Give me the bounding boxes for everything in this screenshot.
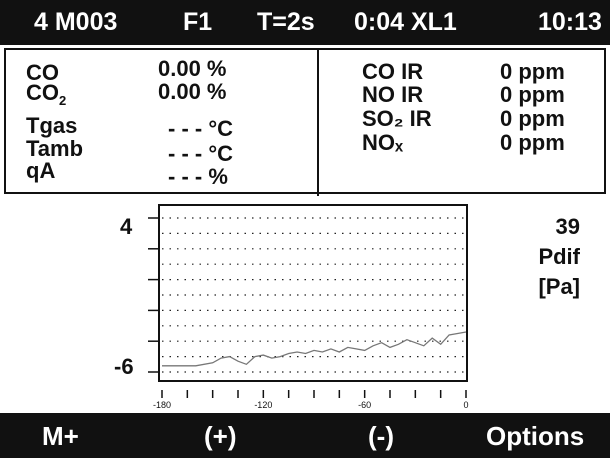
reading-nox-value: 0 ppm <box>500 130 565 155</box>
x-tick-label: -180 <box>153 400 171 410</box>
readings-divider <box>317 50 319 196</box>
reading-tamb-label: Tamb <box>26 136 84 161</box>
reading-tgas-value: - - - °C <box>168 116 234 141</box>
reading-tgas-label: Tgas <box>26 113 78 138</box>
x-tick-label: -120 <box>254 400 272 410</box>
graph-parameter-name: Pdif <box>538 244 580 269</box>
options-button[interactable]: Options <box>486 421 584 452</box>
memory-indicator: 4 M003 <box>34 8 118 36</box>
readings-panel: CO 0.00 % CO2 0.00 % Tgas - - - °C Tamb … <box>4 48 606 196</box>
plus-button[interactable]: (+) <box>204 421 237 452</box>
x-tick-label: 0 <box>463 400 468 410</box>
trend-graph-section: 4 -6 -180 -120 -60 0 39 Pdif [Pa] <box>0 196 610 410</box>
reading-no-ir-label: NO IR <box>362 82 424 107</box>
x-tick-label: -60 <box>358 400 371 410</box>
softkey-bar: M+ (+) (-) Options <box>0 413 610 458</box>
reading-co-ir-label: CO IR <box>362 59 424 84</box>
graph-current-value: 39 <box>555 214 580 239</box>
m-plus-button[interactable]: M+ <box>42 421 79 452</box>
status-bar: 4 M003 F1 T=2s 0:04 XL1 10:13 <box>0 0 610 45</box>
minus-button[interactable]: (-) <box>368 421 394 452</box>
reading-so2-ir-value: 0 ppm <box>500 106 565 131</box>
reading-qa-label: qA <box>26 158 56 183</box>
reading-qa-value: - - - % <box>168 164 228 189</box>
plot-frame <box>158 204 468 382</box>
graph-unit: [Pa] <box>538 274 580 299</box>
interval-indicator: T=2s <box>257 8 315 36</box>
reading-no-ir-value: 0 ppm <box>500 82 565 107</box>
reading-co-ir-value: 0 ppm <box>500 59 565 84</box>
reading-co2-label: CO2 <box>26 80 67 108</box>
reading-nox-label: NOₓ <box>362 130 404 155</box>
fuel-indicator: F1 <box>183 8 213 36</box>
reading-co2-value: 0.00 % <box>158 79 227 104</box>
reading-tamb-value: - - - °C <box>168 141 234 166</box>
clock: 10:13 <box>538 8 602 36</box>
reading-so2-ir-label: SO₂ IR <box>362 106 432 131</box>
reading-co-value: 0.00 % <box>158 56 227 81</box>
elapsed-time: 0:04 XL1 <box>354 8 457 36</box>
